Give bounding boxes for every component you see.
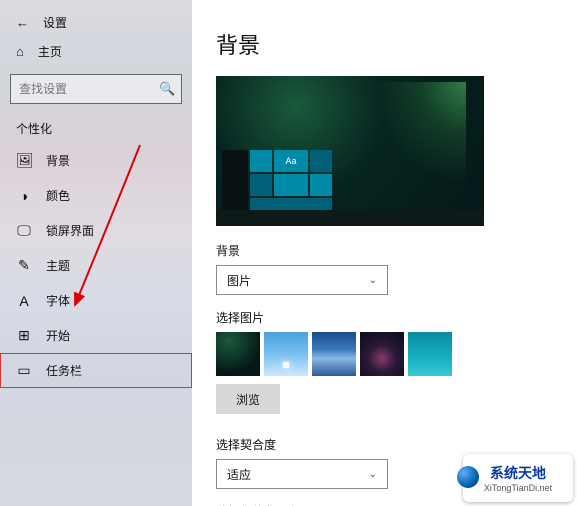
home-icon: ⌂ — [16, 44, 24, 59]
nav-start[interactable]: ⊞ 开始 — [0, 318, 192, 353]
home-link[interactable]: ⌂ 主页 — [0, 35, 192, 68]
home-label: 主页 — [38, 43, 62, 60]
dropdown-value: 图片 — [227, 272, 251, 289]
nav-label: 主题 — [46, 257, 70, 274]
back-icon: ← — [16, 15, 29, 30]
thumb-2[interactable] — [264, 332, 308, 376]
page-title: 背景 — [216, 28, 553, 60]
desktop-preview: Aa — [216, 76, 484, 226]
window-title: 设置 — [43, 14, 67, 31]
back-header[interactable]: ← 设置 — [0, 10, 192, 35]
thumb-4[interactable] — [360, 332, 404, 376]
nav-label: 颜色 — [46, 187, 70, 204]
nav-label: 锁屏界面 — [46, 222, 94, 239]
fit-dropdown[interactable]: 适应 ⌄ — [216, 459, 388, 489]
thumb-5[interactable] — [408, 332, 452, 376]
fit-label: 选择契合度 — [216, 436, 553, 453]
chevron-down-icon: ⌄ — [369, 275, 377, 286]
search-input[interactable] — [19, 82, 159, 96]
watermark-name: 系统天地 — [490, 463, 546, 483]
nav-colors[interactable]: ◑ 颜色 — [0, 178, 192, 213]
picture-thumbnails — [216, 332, 553, 376]
nav-background[interactable]: 🖼 背景 — [0, 143, 192, 178]
nav-label: 背景 — [46, 152, 70, 169]
nav-label: 字体 — [46, 292, 70, 309]
search-icon: 🔍 — [159, 81, 175, 97]
nav-lockscreen[interactable]: 🖵 锁屏界面 — [0, 213, 192, 248]
thumb-3[interactable] — [312, 332, 356, 376]
chevron-down-icon: ⌄ — [369, 469, 377, 480]
nav-fonts[interactable]: A 字体 — [0, 283, 192, 318]
background-dropdown[interactable]: 图片 ⌄ — [216, 265, 388, 295]
nav-label: 开始 — [46, 327, 70, 344]
font-icon: A — [16, 293, 32, 309]
brush-icon: ✎ — [16, 257, 32, 274]
browse-button[interactable]: 浏览 — [216, 384, 280, 414]
dropdown-value: 适应 — [227, 466, 251, 483]
thumb-1[interactable] — [216, 332, 260, 376]
monitor-icon: 🖵 — [16, 222, 32, 239]
search-input-wrap[interactable]: 🔍 — [10, 74, 182, 104]
choose-picture-label: 选择图片 — [216, 309, 553, 326]
taskbar-icon: ▭ — [16, 362, 32, 379]
watermark: 系统天地 XiTongTianDi.net — [463, 454, 573, 502]
start-icon: ⊞ — [16, 327, 32, 344]
nav-taskbar[interactable]: ▭ 任务栏 — [0, 353, 192, 388]
section-title: 个性化 — [0, 110, 192, 143]
nav-themes[interactable]: ✎ 主题 — [0, 248, 192, 283]
globe-icon — [457, 466, 479, 488]
image-icon: 🖼 — [16, 152, 32, 169]
background-label: 背景 — [216, 242, 553, 259]
palette-icon: ◑ — [16, 188, 32, 204]
nav-label: 任务栏 — [46, 362, 82, 379]
watermark-url: XiTongTianDi.net — [484, 483, 552, 493]
